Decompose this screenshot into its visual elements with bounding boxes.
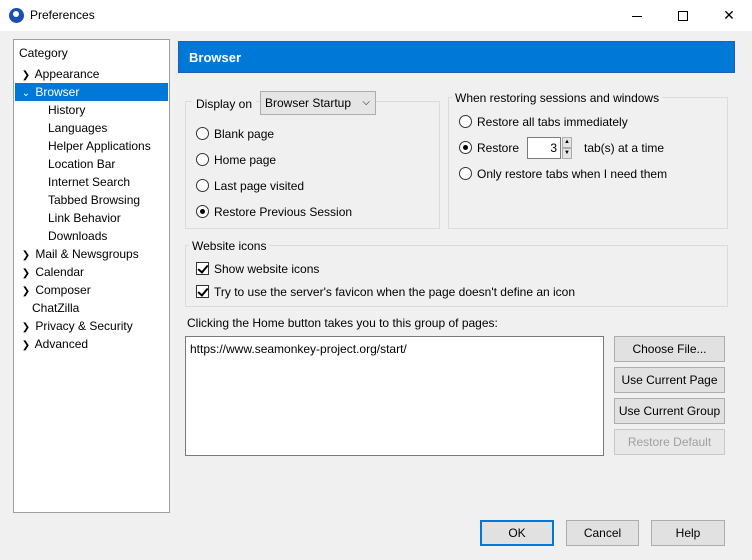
radio-indicator[interactable] — [196, 205, 209, 218]
tab-count-input[interactable]: 3 — [527, 137, 561, 159]
radio-indicator[interactable] — [459, 115, 472, 128]
try-favicon-checkbox[interactable]: Try to use the server's favicon when the… — [196, 285, 575, 301]
ok-button[interactable]: OK — [480, 520, 554, 546]
radio-indicator[interactable] — [459, 141, 472, 154]
radio-indicator[interactable] — [196, 153, 209, 166]
chevron-right-icon[interactable]: ❯ — [20, 283, 32, 301]
chevron-right-icon[interactable]: ❯ — [20, 337, 32, 355]
sidebar-item-link-behavior[interactable]: Link Behavior — [48, 209, 121, 227]
title-bar: Preferences ✕ — [0, 0, 752, 31]
sidebar-item-advanced[interactable]: ❯ Advanced — [20, 335, 88, 353]
category-tree[interactable]: Category ❯ Appearance ⌄ Browser History … — [13, 39, 170, 513]
website-icons-label: Website icons — [189, 239, 270, 253]
sidebar-item-browser[interactable]: ⌄ Browser — [15, 83, 168, 101]
checkbox-indicator[interactable] — [196, 262, 209, 275]
sidebar-item-helper-applications[interactable]: Helper Applications — [48, 137, 151, 155]
maximize-button[interactable] — [660, 0, 706, 31]
chevron-down-icon: ⌵ — [362, 97, 370, 108]
radio-last-page-visited[interactable]: Last page visited — [196, 179, 304, 195]
close-icon: ✕ — [723, 7, 735, 23]
close-button[interactable]: ✕ — [706, 0, 752, 31]
cancel-button[interactable]: Cancel — [566, 520, 639, 546]
sidebar-item-internet-search[interactable]: Internet Search — [48, 173, 130, 191]
sidebar-item-privacy-security[interactable]: ❯ Privacy & Security — [20, 317, 133, 335]
tab-count-spinner[interactable]: 3 ▲ ▼ — [527, 137, 573, 159]
minimize-icon — [632, 15, 642, 17]
sidebar-item-mail-newsgroups[interactable]: ❯ Mail & Newsgroups — [20, 245, 139, 263]
maximize-icon — [678, 11, 688, 22]
home-pages-textbox[interactable]: https://www.seamonkey-project.org/start/ — [185, 336, 604, 456]
radio-restore-all-tabs[interactable]: Restore all tabs immediately — [459, 115, 628, 131]
help-button[interactable]: Help — [651, 520, 725, 546]
use-current-page-button[interactable]: Use Current Page — [614, 367, 725, 393]
radio-indicator[interactable] — [459, 167, 472, 180]
sidebar-item-history[interactable]: History — [48, 101, 85, 119]
sidebar-item-composer[interactable]: ❯ Composer — [20, 281, 91, 299]
spin-up-icon[interactable]: ▲ — [562, 137, 572, 148]
sidebar-item-chatzilla[interactable]: ChatZilla — [32, 299, 79, 317]
minimize-button[interactable] — [614, 0, 660, 31]
show-website-icons-checkbox[interactable]: Show website icons — [196, 262, 319, 278]
sidebar-item-appearance[interactable]: ❯ Appearance — [20, 65, 100, 83]
sidebar-item-location-bar[interactable]: Location Bar — [48, 155, 115, 173]
restore-default-button[interactable]: Restore Default — [614, 429, 725, 455]
restore-sessions-label: When restoring sessions and windows — [452, 91, 663, 105]
sidebar-item-downloads[interactable]: Downloads — [48, 227, 107, 245]
panel-header: Browser — [178, 41, 735, 73]
tab-count-suffix: tab(s) at a time — [584, 141, 665, 155]
radio-blank-page[interactable]: Blank page — [196, 127, 274, 143]
home-pages-label: Clicking the Home button takes you to th… — [187, 316, 498, 330]
window-title: Preferences — [30, 8, 95, 22]
radio-only-restore-when-needed[interactable]: Only restore tabs when I need them — [459, 167, 667, 183]
seamonkey-app-icon — [9, 8, 24, 23]
display-on-select[interactable]: Browser Startup ⌵ — [260, 91, 376, 115]
chevron-down-icon[interactable]: ⌄ — [20, 85, 32, 103]
radio-indicator[interactable] — [196, 179, 209, 192]
display-on-label: Display on — [192, 97, 257, 111]
checkbox-indicator[interactable] — [196, 285, 209, 298]
radio-indicator[interactable] — [196, 127, 209, 140]
radio-home-page[interactable]: Home page — [196, 153, 276, 169]
radio-restore-previous-session[interactable]: Restore Previous Session — [196, 205, 352, 221]
category-header: Category — [19, 46, 68, 60]
use-current-group-button[interactable]: Use Current Group — [614, 398, 725, 424]
choose-file-button[interactable]: Choose File... — [614, 336, 725, 362]
sidebar-item-languages[interactable]: Languages — [48, 119, 107, 137]
sidebar-item-tabbed-browsing[interactable]: Tabbed Browsing — [48, 191, 140, 209]
panel-title: Browser — [189, 50, 242, 65]
sidebar-item-calendar[interactable]: ❯ Calendar — [20, 263, 84, 281]
spin-down-icon[interactable]: ▼ — [562, 148, 572, 159]
radio-restore-n-tabs[interactable]: Restore — [459, 141, 519, 157]
